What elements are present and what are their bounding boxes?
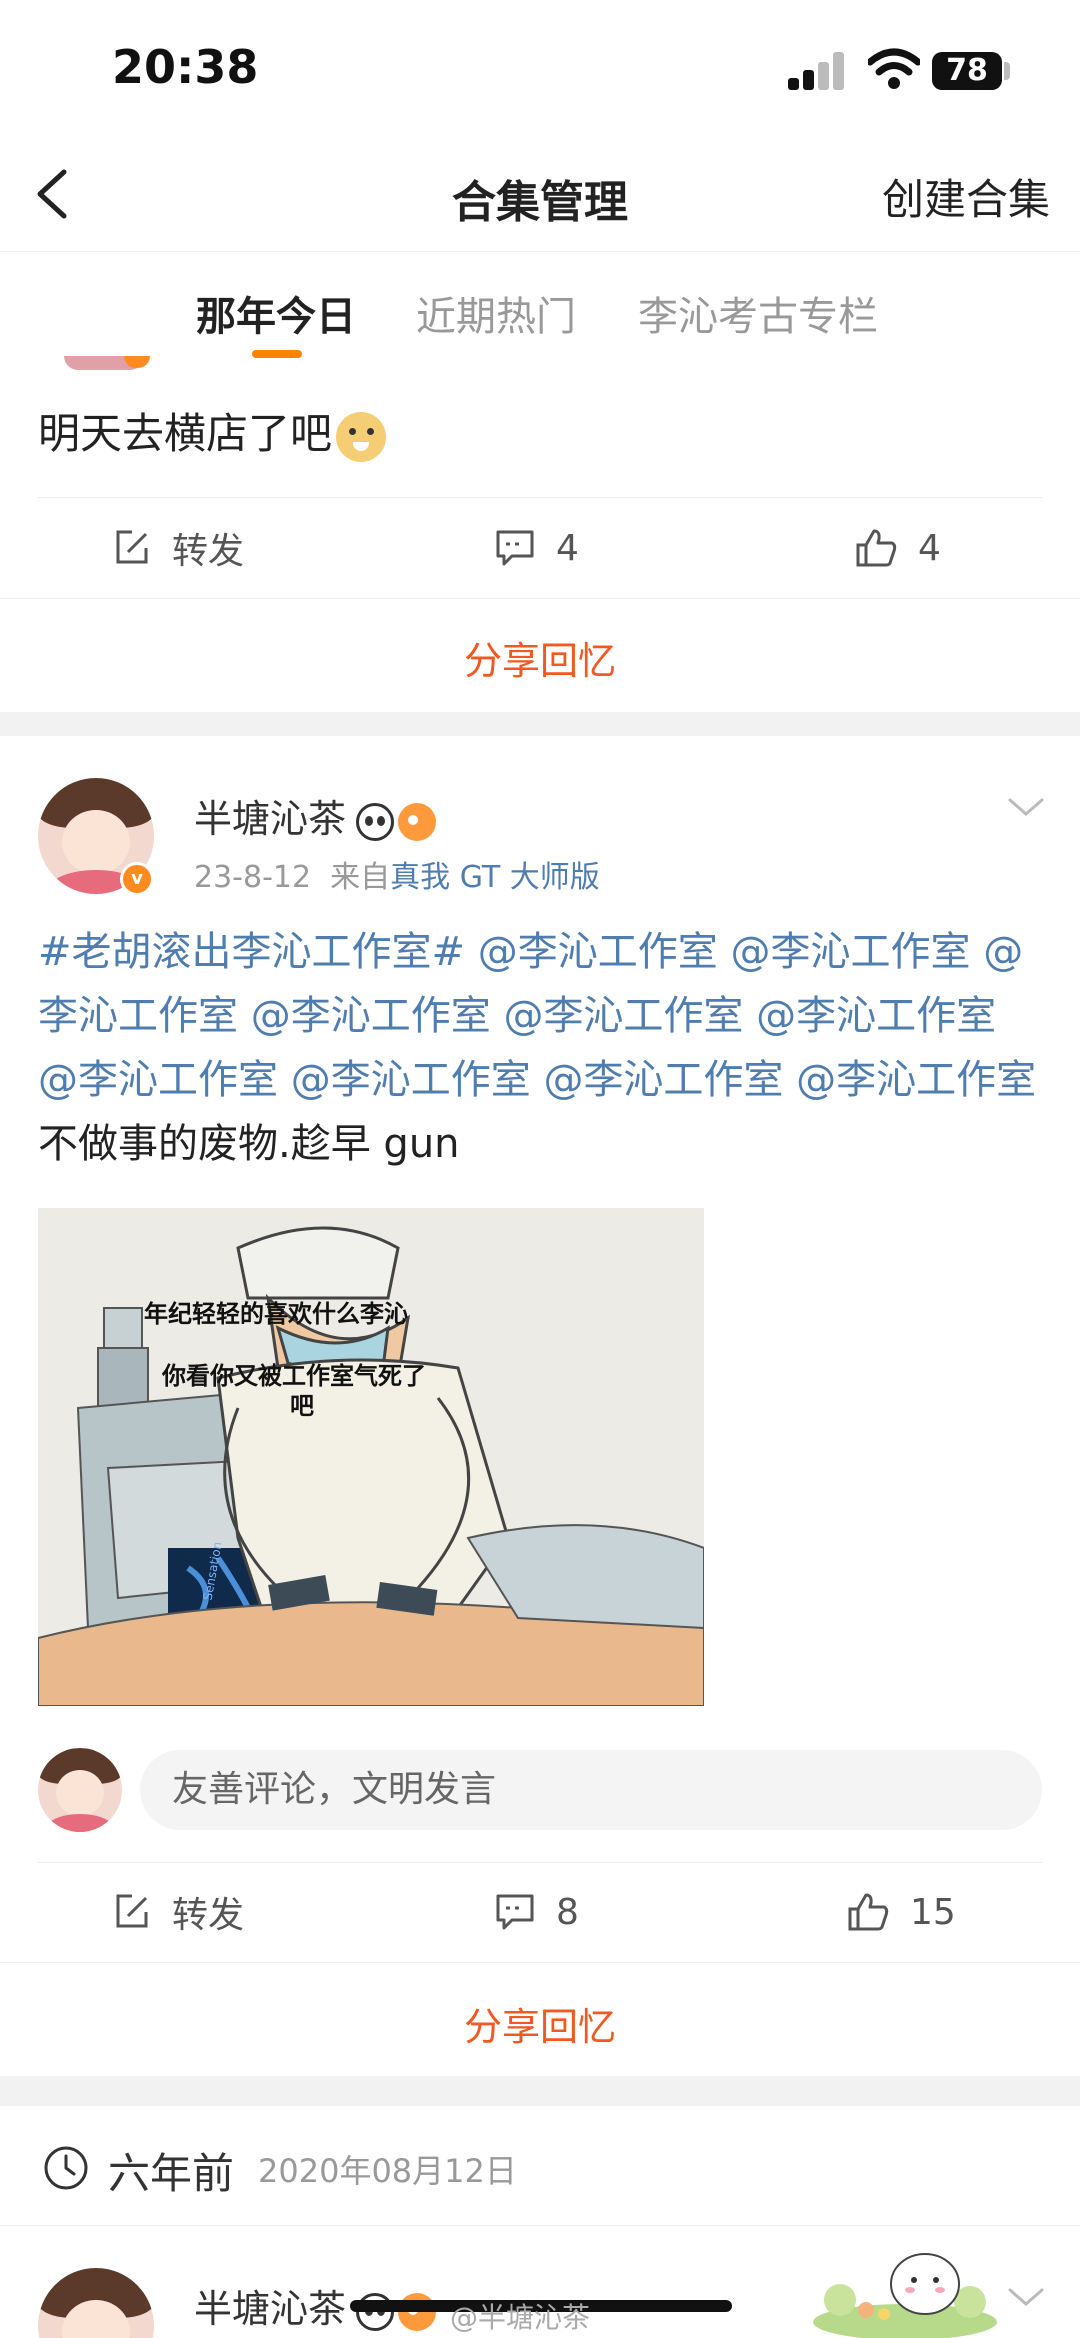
post-image[interactable]: 年纪轻轻的喜欢什么李沁 你看你又被工作室气死了 吧 Sensation — [38, 1208, 704, 1706]
comment-count: 4 — [556, 527, 579, 569]
tab-on-this-day[interactable]: 那年今日 — [196, 284, 356, 342]
comment-count: 8 — [556, 1891, 579, 1933]
like-button[interactable]: 4 — [854, 498, 941, 598]
meme-caption: 吧 — [290, 1392, 314, 1420]
current-user-avatar — [38, 1748, 122, 1832]
comment-input[interactable]: 友善评论，文明发言 — [140, 1750, 1042, 1830]
tab-archaeology-column[interactable]: 李沁考古专栏 — [638, 284, 878, 342]
mention-link[interactable]: @李沁工作室 — [756, 993, 996, 1039]
tab-bar: 那年今日 近期热门 李沁考古专栏 — [0, 252, 1080, 362]
cartoon-sticker-icon — [813, 2253, 997, 2338]
post-device[interactable]: 真我 GT 大师版 — [390, 860, 600, 895]
user-avatar[interactable] — [38, 2268, 154, 2338]
active-tab-indicator — [252, 350, 302, 358]
mention-link[interactable]: @李沁工作室 — [291, 1057, 531, 1103]
verified-badge-icon: v — [120, 862, 154, 896]
username[interactable]: 半塘沁茶 — [194, 788, 437, 843]
mention-link[interactable]: @李沁工作室 — [38, 1057, 278, 1103]
section-separator — [0, 712, 1080, 736]
mention-link[interactable]: @李沁工作室 — [503, 993, 743, 1039]
share-memory-button[interactable]: 分享回忆 — [0, 1996, 1080, 2051]
post-body: #老胡滚出李沁工作室# @李沁工作室 @李沁工作室 @李沁工作室 @李沁工作室 … — [38, 920, 1048, 1176]
post-text-content: 明天去横店了吧 — [38, 409, 333, 458]
wifi-icon — [868, 48, 920, 89]
repost-button[interactable]: 转发 — [112, 1862, 244, 1962]
mention-link[interactable]: @李沁工作室 — [543, 1057, 783, 1103]
cellular-signal-icon — [788, 52, 846, 90]
meme-caption: 年纪轻轻的喜欢什么李沁 — [144, 1300, 408, 1328]
mention-link[interactable]: @李沁工作室 — [730, 929, 970, 975]
post-actions: 转发 4 4 — [0, 498, 1080, 598]
fish-emoji-icon — [398, 802, 437, 841]
chevron-down-icon[interactable] — [1006, 2286, 1046, 2310]
post-date: 23-8-12 — [194, 860, 312, 895]
post-text: 明天去横店了吧 — [38, 400, 387, 462]
clock-icon — [44, 2146, 88, 2190]
post-tail-text: 不做事的废物.趁早 gun — [38, 1121, 460, 1167]
memory-date: 2020年08月12日 — [258, 2152, 517, 2190]
source-prefix: 来自 — [330, 860, 391, 895]
username-text: 半塘沁茶 — [194, 2287, 347, 2331]
like-count: 4 — [918, 527, 941, 569]
panda-emoji-icon — [356, 802, 395, 841]
like-button[interactable]: 15 — [846, 1862, 956, 1962]
battery-icon: 78 — [932, 52, 1002, 90]
mention-link[interactable]: @李沁工作室 — [796, 1057, 1036, 1103]
meme-illustration — [38, 1208, 704, 1706]
navbar: 合集管理 创建合集 — [0, 140, 1080, 252]
mention-link[interactable]: @李沁工作室 — [478, 929, 718, 975]
share-memory-button[interactable]: 分享回忆 — [0, 630, 1080, 685]
post-actions: 转发 8 15 — [0, 1862, 1080, 1962]
battery-cap — [1004, 62, 1010, 80]
watermark: @半塘沁茶 — [450, 2301, 591, 2334]
comment-icon — [496, 1894, 534, 1930]
post-meta: 23-8-12 来自真我 GT 大师版 — [194, 852, 600, 896]
tab-recent-hot[interactable]: 近期热门 — [416, 284, 576, 342]
like-count: 15 — [910, 1891, 956, 1933]
status-bar: 20:38 78 — [0, 0, 1080, 140]
like-icon — [856, 529, 897, 567]
like-icon — [848, 1893, 889, 1931]
repost-label: 转发 — [172, 531, 245, 572]
repost-icon — [116, 530, 148, 564]
divider — [0, 598, 1080, 599]
username-text: 半塘沁茶 — [194, 797, 347, 841]
comment-icon — [496, 530, 534, 566]
years-ago-label: 六年前 — [108, 2149, 235, 2198]
memory-section-header: 六年前 2020年08月12日 — [0, 2114, 1080, 2226]
status-time: 20:38 — [112, 40, 259, 94]
mention-link[interactable]: @李沁工作室 — [251, 993, 491, 1039]
repost-button[interactable]: 转发 — [112, 498, 244, 598]
create-collection-button[interactable]: 创建合集 — [882, 166, 1050, 227]
hashtag-link[interactable]: #老胡滚出李沁工作室# — [38, 929, 465, 975]
comment-button[interactable]: 8 — [494, 1862, 579, 1962]
doge-emoji-icon — [336, 411, 387, 462]
section-separator — [0, 2076, 1080, 2106]
repost-label: 转发 — [172, 1895, 245, 1936]
divider — [0, 1962, 1080, 1963]
chevron-down-icon[interactable] — [1006, 796, 1046, 820]
comment-button[interactable]: 4 — [494, 498, 579, 598]
repost-icon — [116, 1894, 148, 1928]
